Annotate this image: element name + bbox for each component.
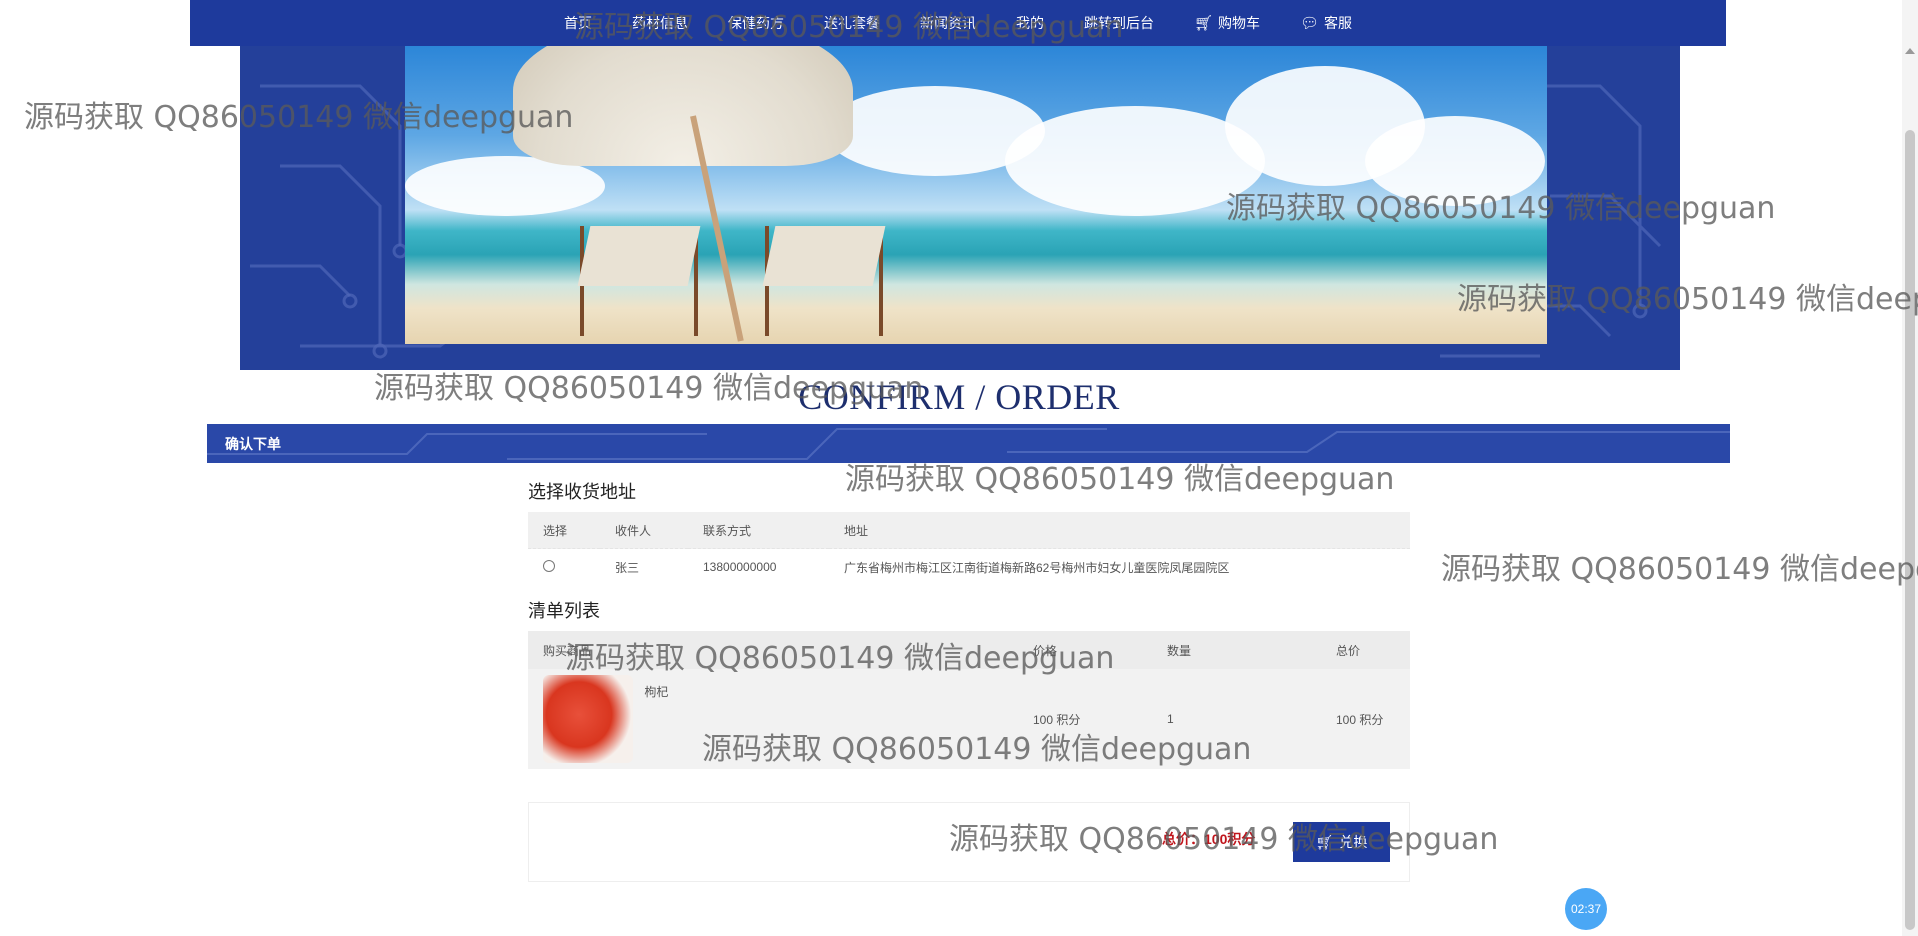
exchange-button[interactable]: 🛒︎ 兑换 <box>1293 822 1390 862</box>
scrollbar-thumb[interactable] <box>1905 130 1915 930</box>
section-pattern <box>207 428 1730 460</box>
col-price: 价格 <box>1018 631 1152 669</box>
col-phone: 联系方式 <box>688 512 829 549</box>
nav-cart[interactable]: 🛒︎ 购物车 <box>1174 13 1280 33</box>
items-heading: 清单列表 <box>528 601 600 621</box>
nav-news[interactable]: 新闻资讯 <box>900 13 996 33</box>
nav-herbs[interactable]: 药材信息 <box>612 13 708 33</box>
section-header: 确认下单 <box>207 424 1730 463</box>
table-row: 枸杞 100 积分 1 100 积分 <box>528 669 1410 769</box>
summary-box <box>528 802 1410 882</box>
order-content: 选择收货地址 选择 收件人 联系方式 地址 张三 13800000000 广东省… <box>528 478 1410 769</box>
watermark: 源码获取 QQ86050149 微信deepguan <box>1441 552 1918 587</box>
table-row[interactable]: 张三 13800000000 广东省梅州市梅江区江南街道梅新路62号梅州市妇女儿… <box>528 548 1410 585</box>
col-recipient: 收件人 <box>600 512 688 549</box>
col-address: 地址 <box>829 512 1410 549</box>
page-title: CONFIRM / ORDER <box>798 377 1120 417</box>
chat-icon: 💬︎ <box>1300 15 1320 32</box>
cart-icon: 🛒︎ <box>1193 15 1213 32</box>
total-price: 总价：100积分 <box>1162 831 1256 847</box>
top-nav: 首页 药材信息 保健药方 送礼套餐 新闻资讯 我的 跳转到后台 🛒︎ 购物车 💬… <box>190 0 1726 46</box>
product-qty: 1 <box>1152 669 1321 769</box>
items-table: 购买商品 价格 数量 总价 枸杞 100 积分 1 100 积分 <box>528 631 1410 769</box>
recipient: 张三 <box>600 548 688 585</box>
col-total: 总价 <box>1321 631 1410 669</box>
exchange-button-label: 兑换 <box>1339 834 1368 850</box>
nav-prescriptions[interactable]: 保健药方 <box>708 13 804 33</box>
nav-admin[interactable]: 跳转到后台 <box>1064 13 1174 33</box>
nav-cart-label: 购物车 <box>1218 15 1260 31</box>
address-table: 选择 收件人 联系方式 地址 张三 13800000000 广东省梅州市梅江区江… <box>528 512 1410 585</box>
product-image <box>543 675 633 763</box>
col-select: 选择 <box>528 512 600 549</box>
address-radio[interactable] <box>543 559 555 572</box>
product-total: 100 积分 <box>1321 669 1410 769</box>
timer-badge[interactable]: 02:37 <box>1565 888 1607 930</box>
banner-image <box>405 46 1547 344</box>
nav-gift-packages[interactable]: 送礼套餐 <box>804 13 900 33</box>
product-name: 枸杞 <box>644 685 669 699</box>
address: 广东省梅州市梅江区江南街道梅新路62号梅州市妇女儿童医院凤尾园院区 <box>829 548 1410 585</box>
phone: 13800000000 <box>688 548 829 585</box>
col-product: 购买商品 <box>528 631 1018 669</box>
scroll-up-arrow[interactable] <box>1905 48 1915 54</box>
scrollbar[interactable] <box>1902 0 1918 936</box>
nav-service-label: 客服 <box>1324 15 1353 31</box>
nav-home[interactable]: 首页 <box>544 13 612 33</box>
col-qty: 数量 <box>1152 631 1321 669</box>
nav-service[interactable]: 💬︎ 客服 <box>1280 13 1372 33</box>
nav-mine[interactable]: 我的 <box>996 13 1064 33</box>
address-heading: 选择收货地址 <box>528 482 636 502</box>
product-price: 100 积分 <box>1018 669 1152 769</box>
cart-icon: 🛒︎ <box>1315 833 1334 850</box>
section-title: 确认下单 <box>225 435 281 452</box>
